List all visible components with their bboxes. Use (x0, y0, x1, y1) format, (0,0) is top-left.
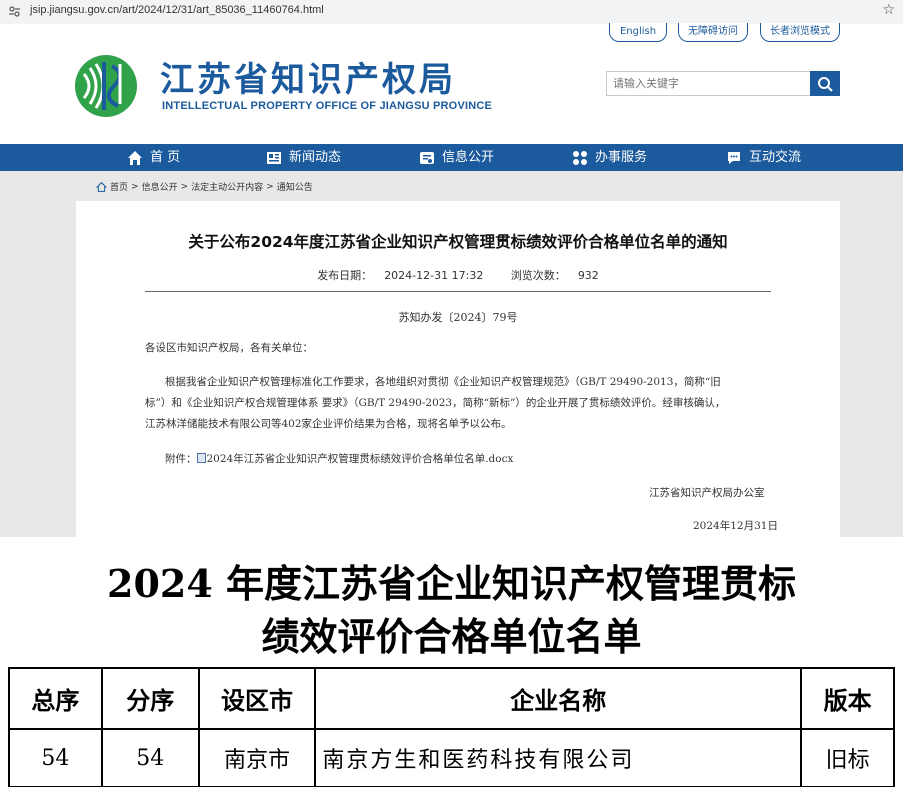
nav-label: 首 页 (150, 150, 181, 165)
breadcrumb-legal[interactable]: 法定主动公开内容 (191, 180, 263, 193)
table-header-row: 总序 分序 设区市 企业名称 版本 (8, 667, 895, 730)
nav-home[interactable]: 首 页 (127, 144, 180, 171)
col-header-total-no: 总序 (8, 667, 103, 730)
breadcrumb-home[interactable]: 首页 (110, 180, 128, 193)
nav-info[interactable]: 信息公开 (419, 144, 494, 171)
col-header-version: 版本 (800, 667, 895, 730)
col-header-city: 设区市 (197, 667, 317, 730)
publish-date: 2024-12-31 17:32 (384, 269, 484, 282)
signature-date: 2024年12月31日 (693, 520, 778, 532)
nav-label: 互动交流 (749, 150, 802, 165)
home-icon (96, 181, 107, 192)
breadcrumb-separator: > (266, 181, 274, 192)
breadcrumb: 首页 > 信息公开 > 法定主动公开内容 > 通知公告 (96, 180, 313, 193)
signature: 江苏省知识产权局办公室 (649, 487, 765, 499)
attachment-link[interactable]: 2024年江苏省企业知识产权管理贯标绩效评价合格单位名单.docx (207, 453, 514, 465)
document-heading-line-2: 绩效评价合格单位名单 (261, 614, 642, 659)
cell-version: 旧标 (800, 728, 895, 787)
news-icon (267, 151, 281, 164)
body-line-2: 标”）和《企业知识产权合规管理体系 要求》（GB/T 29490-2023，简称… (145, 397, 726, 409)
breadcrumb-info[interactable]: 信息公开 (142, 180, 178, 193)
search-button[interactable] (810, 71, 840, 96)
breadcrumb-separator: > (180, 181, 189, 192)
accessibility-link[interactable]: 无障碍访问 (678, 23, 748, 42)
body-line-3: 江苏林洋储能技术有限公司等402家企业评价结果为合格，现将名单予以公布。 (145, 418, 512, 430)
home-icon (128, 150, 142, 165)
nav-interaction[interactable]: 互动交流 (726, 144, 801, 171)
cell-total-no: 54 (8, 728, 103, 787)
col-header-company: 企业名称 (314, 667, 803, 730)
document-number: 苏知办发〔2024〕79号 (398, 311, 518, 324)
service-icon (573, 150, 587, 165)
salutation: 各设区市知识产权局，各有关单位： (145, 342, 313, 354)
view-count: 932 (577, 269, 599, 282)
english-link[interactable]: English (609, 23, 667, 42)
nav-label: 信息公开 (442, 150, 495, 165)
search-input[interactable] (606, 71, 810, 96)
table-row: 54 54 南京市 南京方生和医药科技有限公司 旧标 (8, 728, 895, 787)
cell-city: 南京市 (197, 728, 317, 787)
search-icon (818, 76, 833, 92)
article-panel: 关于公布2024年度江苏省企业知识产权管理贯标绩效评价合格单位名单的通知 发布日… (76, 201, 840, 537)
site-logo[interactable] (74, 54, 138, 118)
elderly-mode-link[interactable]: 长者浏览模式 (760, 23, 840, 42)
publish-label: 发布日期： (317, 269, 373, 282)
qualified-units-table: 总序 分序 设区市 企业名称 版本 54 54 南京市 南京方生和医药科技有限公… (8, 667, 895, 787)
chat-icon (728, 151, 740, 164)
cell-company: 南京方生和医药科技有限公司 (314, 728, 803, 787)
views-label: 浏览次数： (510, 269, 566, 282)
attachment-row: 附件： 2024年江苏省企业知识产权管理贯标绩效评价合格单位名单.docx (165, 449, 513, 469)
info-icon (420, 151, 434, 164)
url-text[interactable]: jsip.jiangsu.gov.cn/art/2024/12/31/art_8… (30, 4, 324, 16)
attachment-label: 附件： (165, 453, 197, 465)
breadcrumb-separator: > (131, 181, 139, 192)
body-line-1: 根据我省企业知识产权管理标准化工作要求，各地组织对贯彻《企业知识产权管理规范》（… (165, 376, 721, 388)
col-header-sub-no: 分序 (100, 667, 200, 730)
nav-news[interactable]: 新闻动态 (266, 144, 341, 171)
article-title: 关于公布2024年度江苏省企业知识产权管理贯标绩效评价合格单位名单的通知 (188, 233, 728, 251)
nav-label: 办事服务 (595, 150, 648, 165)
bookmark-star-icon[interactable]: ☆ (882, 2, 895, 18)
article-meta: 发布日期： 2024-12-31 17:32 浏览次数： 932 (76, 267, 840, 283)
nav-label: 新闻动态 (289, 150, 342, 165)
nav-service[interactable]: 办事服务 (572, 144, 647, 171)
site-title: 江苏省知识产权局 (160, 60, 456, 100)
site-title-en: INTELLECTUAL PROPERTY OFFICE OF JIANGSU … (162, 100, 493, 112)
cell-sub-no: 54 (100, 728, 200, 787)
main-nav: 首 页 新闻动态 信息公开 办事服务 互动交流 (0, 144, 903, 171)
browser-address-bar[interactable]: jsip.jiangsu.gov.cn/art/2024/12/31/art_8… (0, 0, 903, 24)
divider (145, 291, 771, 292)
breadcrumb-notice[interactable]: 通知公告 (277, 180, 313, 193)
file-icon (196, 453, 206, 463)
document-heading-line-1: 2024 年度江苏省企业知识产权管理贯标 (107, 561, 796, 606)
site-settings-icon[interactable] (8, 5, 21, 18)
